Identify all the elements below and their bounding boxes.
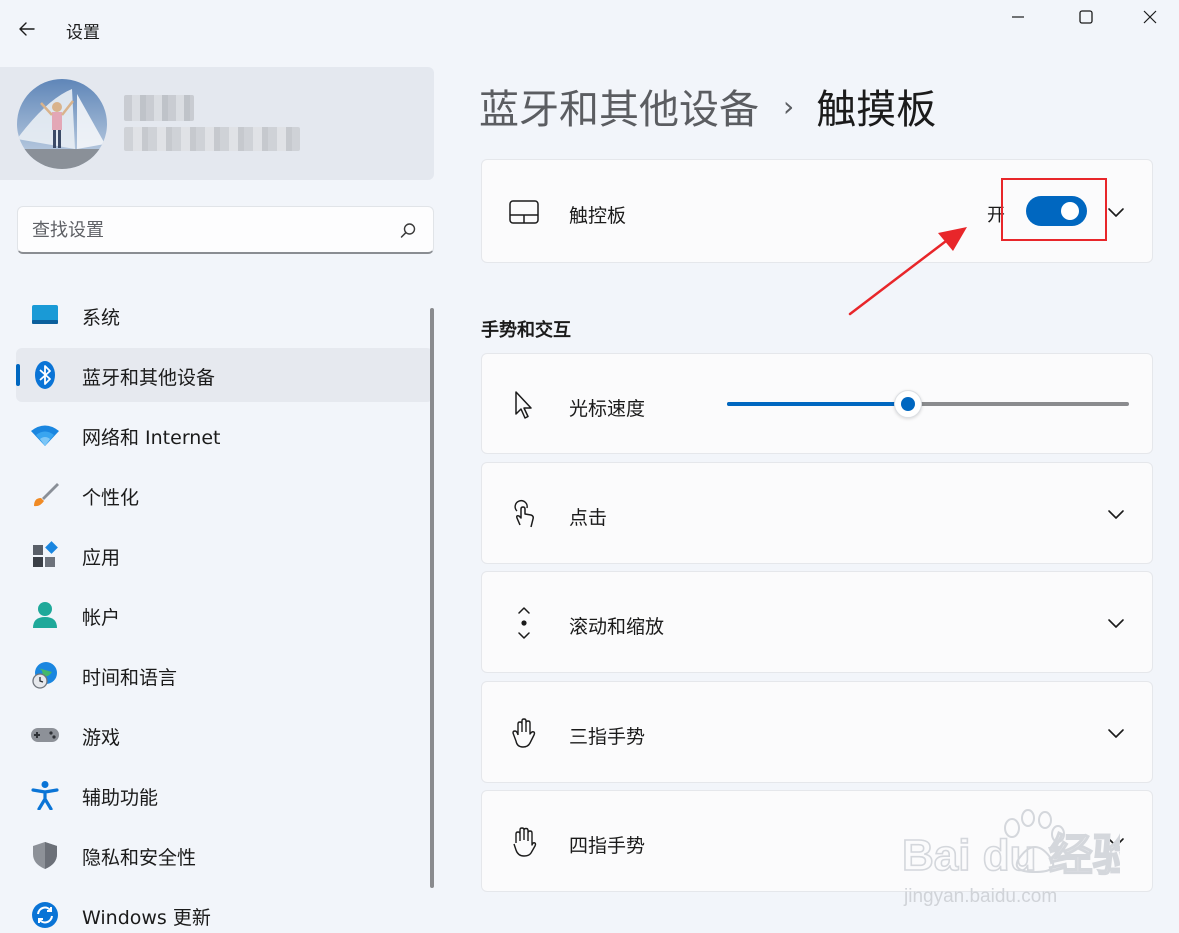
- sidebar-item-accessibility[interactable]: 辅助功能: [16, 768, 433, 822]
- sidebar-item-label: 辅助功能: [82, 787, 159, 809]
- annotation-arrow-icon: [848, 227, 967, 316]
- search-box[interactable]: [17, 206, 434, 254]
- sidebar-item-gaming[interactable]: 游戏: [16, 708, 433, 762]
- close-icon: [1143, 10, 1156, 24]
- sidebar-item-label: 网络和 Internet: [82, 427, 221, 449]
- sidebar-item-network[interactable]: 网络和 Internet: [16, 408, 433, 462]
- cursor-speed-slider[interactable]: [727, 402, 1129, 406]
- sidebar-scrollbar[interactable]: [430, 308, 434, 888]
- cursor-icon: [515, 391, 532, 419]
- minimize-button[interactable]: [984, 0, 1052, 34]
- sidebar-item-label: 蓝牙和其他设备: [82, 367, 216, 389]
- sidebar-item-label: 帐户: [82, 607, 121, 629]
- sidebar-item-accounts[interactable]: 帐户: [16, 588, 433, 642]
- avatar: [17, 79, 107, 169]
- tap-label: 点击: [569, 507, 608, 529]
- brush-icon: [34, 483, 59, 507]
- account-icon: [33, 602, 57, 628]
- apps-icon: [33, 541, 58, 567]
- sidebar-item-apps[interactable]: 应用: [16, 528, 433, 582]
- profile-email: ………: [124, 127, 300, 151]
- cursor-speed-card: 光标速度: [481, 353, 1153, 454]
- title-bar: 设置: [0, 0, 1179, 56]
- sidebar-item-label: 隐私和安全性: [82, 847, 197, 869]
- sidebar-item-time-language[interactable]: 时间和语言: [16, 648, 433, 702]
- sidebar-item-label: 游戏: [82, 727, 121, 749]
- touchpad-icon: [509, 200, 539, 224]
- chevron-down-icon[interactable]: [1104, 830, 1128, 854]
- accessibility-icon: [31, 781, 59, 810]
- maximize-icon: [1079, 10, 1093, 24]
- wifi-icon: [31, 425, 59, 446]
- back-arrow-icon: [19, 22, 35, 36]
- slider-fill: [727, 402, 908, 406]
- sidebar-item-label: 应用: [82, 547, 121, 569]
- slider-thumb[interactable]: [893, 390, 922, 418]
- sidebar-item-bluetooth[interactable]: 蓝牙和其他设备: [16, 348, 433, 402]
- avatar-photo: [17, 79, 107, 169]
- sidebar-item-label: Windows 更新: [82, 907, 211, 929]
- close-button[interactable]: [1120, 0, 1179, 34]
- selection-indicator: [16, 364, 20, 386]
- four-finger-card[interactable]: 四指手势: [481, 790, 1153, 892]
- sidebar-item-label: 个性化: [82, 487, 140, 509]
- maximize-button[interactable]: [1052, 0, 1120, 34]
- scroll-zoom-card[interactable]: 滚动和缩放: [481, 571, 1153, 673]
- scroll-icon: [518, 607, 530, 639]
- breadcrumb-parent[interactable]: 蓝牙和其他设备: [479, 77, 759, 135]
- four-finger-hand-icon: [513, 827, 537, 857]
- three-finger-hand-icon: [512, 718, 536, 748]
- update-icon: [32, 902, 58, 928]
- chevron-down-icon[interactable]: [1104, 611, 1128, 635]
- back-button[interactable]: [10, 12, 44, 46]
- bluetooth-icon: [35, 361, 55, 389]
- sidebar-item-personalization[interactable]: 个性化: [16, 468, 433, 522]
- chevron-down-icon[interactable]: [1104, 200, 1128, 224]
- tap-card[interactable]: 点击: [481, 462, 1153, 564]
- breadcrumb: 蓝牙和其他设备 › 触摸板: [479, 78, 936, 134]
- minimize-icon: [1012, 16, 1024, 18]
- profile-name: 张: [124, 95, 194, 121]
- globe-clock-icon: [32, 662, 57, 689]
- shield-icon: [33, 842, 57, 869]
- search-icon[interactable]: [398, 221, 418, 241]
- sidebar-item-windows-update[interactable]: Windows 更新: [16, 888, 433, 933]
- breadcrumb-separator: ›: [783, 89, 795, 123]
- sidebar-item-label: 时间和语言: [82, 667, 178, 689]
- chevron-down-icon[interactable]: [1104, 502, 1128, 526]
- app-title: 设置: [66, 23, 100, 43]
- system-icon: [32, 305, 58, 324]
- sidebar-item-label: 系统: [82, 307, 121, 329]
- three-finger-label: 三指手势: [569, 726, 646, 748]
- annotation-highlight-box: [1001, 178, 1107, 241]
- sidebar-item-privacy[interactable]: 隐私和安全性: [16, 828, 433, 882]
- profile-card[interactable]: 张 ………: [0, 67, 434, 180]
- three-finger-card[interactable]: 三指手势: [481, 681, 1153, 783]
- page-title: 触摸板: [816, 87, 937, 133]
- cursor-speed-label: 光标速度: [569, 398, 646, 420]
- scroll-zoom-label: 滚动和缩放: [569, 616, 665, 638]
- section-title: 手势和交互: [481, 320, 571, 341]
- chevron-down-icon[interactable]: [1104, 721, 1128, 745]
- touchpad-label: 触控板: [569, 205, 627, 227]
- gamepad-icon: [31, 728, 59, 742]
- sidebar-item-system[interactable]: 系统: [16, 288, 433, 342]
- search-input[interactable]: [32, 217, 392, 243]
- tap-icon: [514, 500, 534, 528]
- four-finger-label: 四指手势: [569, 835, 646, 857]
